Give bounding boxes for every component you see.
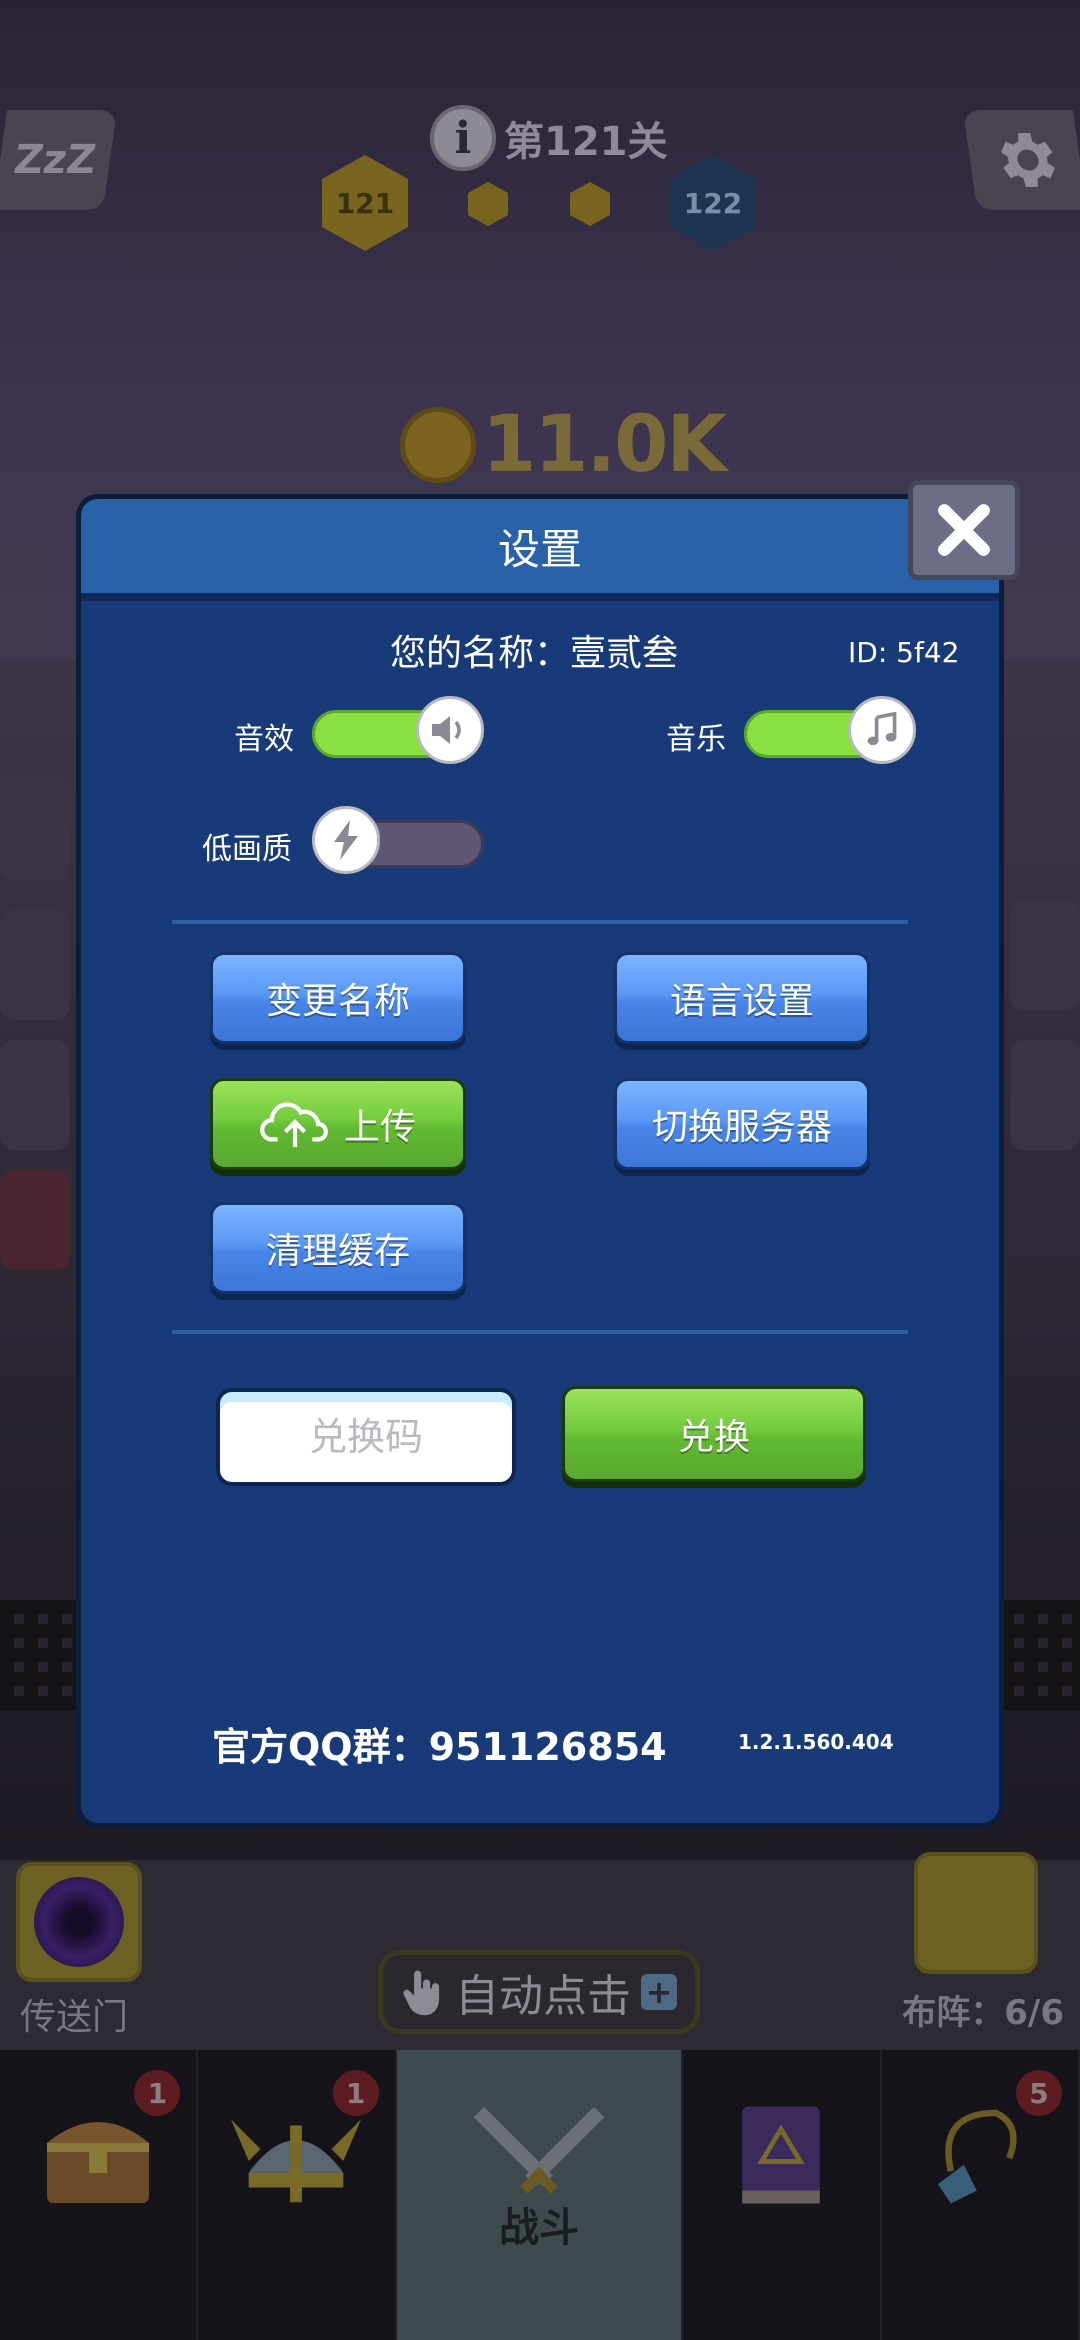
coin-icon <box>400 407 476 483</box>
side-menu-slot <box>1010 1040 1080 1150</box>
dialog-title: 设置 <box>497 524 582 574</box>
settings-button[interactable] <box>962 110 1080 210</box>
nav-amulet[interactable]: 5 <box>882 2050 1080 2340</box>
portal-icon <box>34 1877 124 1967</box>
rename-label: 变更名称 <box>265 981 410 1022</box>
version-text: 1.2.1.560.404 <box>738 1730 894 1754</box>
language-label: 语言设置 <box>669 981 814 1022</box>
coin-amount: 11.0K <box>482 400 727 490</box>
player-id: ID: 5f42 <box>848 636 960 669</box>
amulet-badge: 5 <box>1015 2070 1062 2116</box>
player-name: 您的名称：壹贰叁 <box>390 633 679 674</box>
portal-label: 传送门 <box>20 1997 129 2038</box>
portal-button[interactable] <box>16 1862 142 1982</box>
info-icon[interactable]: i <box>430 105 496 171</box>
level-header: i 第121关 <box>430 105 668 171</box>
gear-icon <box>1001 133 1055 187</box>
low-quality-label: 低画质 <box>202 832 292 867</box>
divider <box>172 920 908 924</box>
cloud-upload-icon <box>260 1102 328 1148</box>
switch-server-label: 切换服务器 <box>651 1107 832 1148</box>
team-formation-button[interactable] <box>914 1852 1038 1974</box>
chest-badge: 1 <box>134 2070 181 2116</box>
nav-chest[interactable]: 1 <box>0 2050 199 2340</box>
nav-spellbook[interactable] <box>683 2050 882 2340</box>
amulet-icon <box>937 2109 1017 2204</box>
nav-heroes[interactable]: 1 <box>198 2050 397 2340</box>
spellbook-icon <box>742 2106 821 2204</box>
plus-icon: + <box>641 1973 677 2011</box>
floor-grate <box>0 1600 80 1710</box>
divider <box>172 1330 908 1334</box>
crossed-swords-icon <box>473 2106 605 2194</box>
switch-server-button[interactable]: 切换服务器 <box>614 1078 870 1170</box>
tap-hand-icon <box>403 1970 440 2016</box>
nav-battle[interactable]: 战斗 <box>396 2050 684 2340</box>
treasure-chest-icon <box>47 2122 150 2203</box>
coin-counter: 11.0K <box>400 400 727 490</box>
sound-label: 音效 <box>234 722 294 757</box>
side-menu-slot <box>0 1040 70 1150</box>
auto-click-label: 自动点击 <box>455 1971 631 2022</box>
close-button[interactable] <box>908 480 1020 580</box>
redeem-code-input[interactable] <box>216 1388 516 1486</box>
dialog-header: 设置 <box>81 499 999 601</box>
clear-cache-button[interactable]: 清理缓存 <box>210 1202 466 1294</box>
music-note-icon <box>848 696 916 764</box>
side-menu-slot <box>0 780 70 880</box>
upload-button[interactable]: 上传 <box>210 1078 466 1170</box>
floor-grate <box>1000 1600 1080 1710</box>
lightning-icon <box>312 806 380 874</box>
music-label: 音乐 <box>666 722 726 757</box>
sleep-button[interactable]: ZzZ <box>0 110 118 210</box>
battle-label: 战斗 <box>498 2205 579 2251</box>
heroes-badge: 1 <box>332 2070 379 2116</box>
clear-cache-label: 清理缓存 <box>265 1231 410 1272</box>
side-menu-slot <box>0 1170 70 1270</box>
redeem-label: 兑换 <box>677 1417 750 1458</box>
rename-button[interactable]: 变更名称 <box>210 952 466 1044</box>
viking-helmet-icon <box>231 2119 362 2203</box>
close-icon <box>938 504 990 556</box>
sleep-icon: ZzZ <box>11 137 99 183</box>
upload-label: 上传 <box>343 1107 416 1148</box>
bottom-navbar: 1 1 战斗 5 <box>0 2050 1080 2340</box>
redeem-button[interactable]: 兑换 <box>562 1386 866 1482</box>
qq-group-info: 官方QQ群：951126854 <box>212 1725 667 1769</box>
side-menu-slot <box>1010 900 1080 1010</box>
side-menu-slot <box>0 910 70 1020</box>
team-formation-label: 布阵：6/6 <box>902 1993 1064 2033</box>
language-button[interactable]: 语言设置 <box>614 952 870 1044</box>
speaker-icon <box>416 696 484 764</box>
level-title: 第121关 <box>504 119 668 165</box>
auto-click-button[interactable]: 自动点击 + <box>378 1950 700 2034</box>
